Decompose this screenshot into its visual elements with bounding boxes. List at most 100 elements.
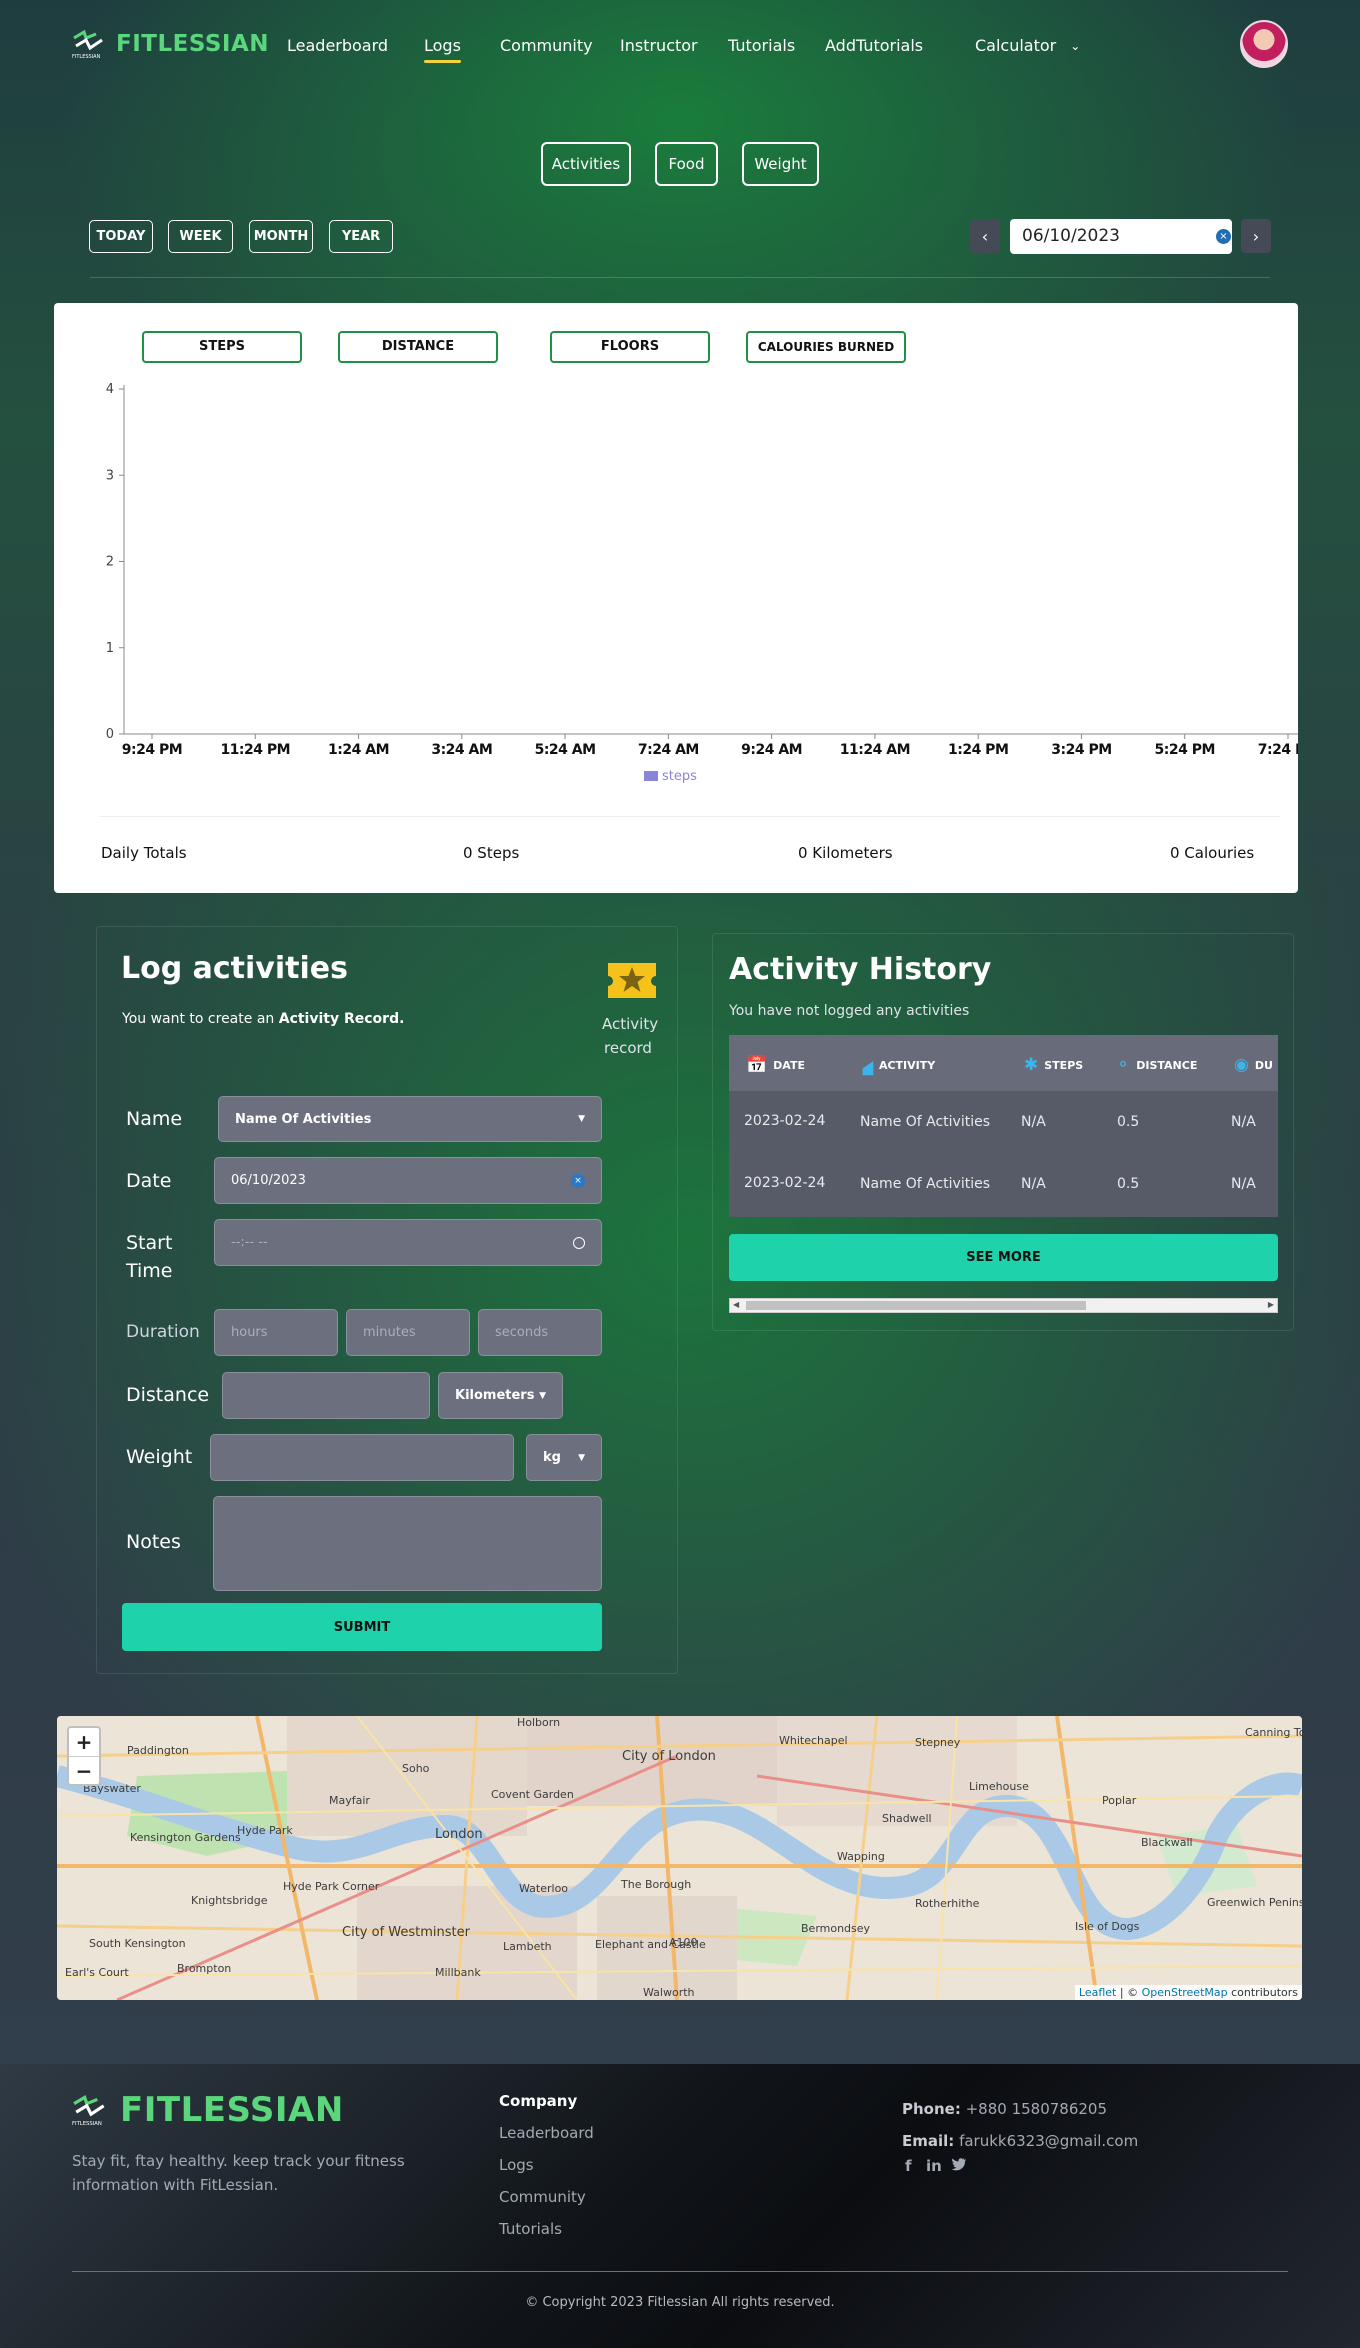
notes-textarea[interactable] (213, 1496, 602, 1591)
map-place-label: The Borough (620, 1878, 691, 1891)
duration-minutes-field[interactable]: minutes (346, 1309, 470, 1356)
range-today-button[interactable]: TODAY (89, 220, 153, 253)
calculator-dropdown[interactable]: Calculator ⌄ (975, 36, 1080, 55)
start-time-label-1: Start (126, 1232, 173, 1254)
osm-link[interactable]: OpenStreetMap (1142, 1986, 1228, 1999)
range-year-button[interactable]: YEAR (329, 220, 393, 253)
weight-input[interactable] (210, 1434, 514, 1481)
footer-logo[interactable]: FITLESSIAN FITLESSIAN (72, 2090, 344, 2130)
twitter-icon[interactable] (951, 2157, 967, 2175)
footer-link-community[interactable]: Community (499, 2188, 586, 2206)
activity-name-select[interactable]: Name Of Activities ▼ (218, 1096, 602, 1142)
see-more-button[interactable]: SEE MORE (729, 1234, 1278, 1281)
email-label: Email: (902, 2132, 955, 2150)
date-field[interactable]: 06/10/2023 × (214, 1157, 602, 1204)
tab-activities[interactable]: Activities (541, 142, 631, 186)
map-place-label: A100 (669, 1936, 698, 1949)
map-place-label: Walworth (643, 1986, 695, 1999)
email-value[interactable]: farukk6323@gmail.com (959, 2132, 1138, 2150)
row-activity: Name Of Activities (860, 1176, 991, 1192)
y-tick-label: 1 (106, 641, 114, 656)
nav-community[interactable]: Community (500, 36, 593, 55)
location-map[interactable]: Paddington Bayswater Holborn City of London… (57, 1716, 1302, 2000)
leaflet-link[interactable]: Leaflet (1079, 1986, 1116, 1999)
start-time-placeholder: --:-- -- (231, 1235, 268, 1250)
x-tick-label: 1:24 AM (328, 742, 389, 758)
walking-icon: 🭆 (863, 1056, 873, 1076)
duration-hours-field[interactable]: hours (214, 1309, 338, 1356)
distance-unit-value: Kilometers (455, 1388, 535, 1403)
nav-leaderboard[interactable]: Leaderboard (287, 36, 388, 55)
weight-unit-select[interactable]: kg ▼ (526, 1434, 602, 1481)
map-tiles[interactable]: PaddingtonBayswaterHolbornCity of London… (57, 1716, 1302, 2000)
scroll-left-icon[interactable]: ◀ (733, 1300, 739, 1309)
start-time-label-2: Time (126, 1260, 173, 1282)
y-tick-label: 0 (106, 727, 114, 742)
table-header: 📅 DATE 🭆 ACTIVITY ✱ STEPS ⚬ DISTANCE ◉ DU (729, 1035, 1278, 1091)
totals-divider (100, 816, 1280, 817)
map-place-label: Brompton (177, 1962, 231, 1975)
clear-date-field-icon[interactable]: × (571, 1173, 585, 1188)
calculator-label: Calculator (975, 36, 1057, 55)
footer-link-logs[interactable]: Logs (499, 2156, 534, 2174)
legend-swatch (644, 771, 658, 781)
scroll-right-icon[interactable]: ▶ (1268, 1300, 1274, 1309)
row-date: 2023-02-24 (744, 1175, 826, 1191)
distance-unit-select[interactable]: Kilometers ▼ (438, 1372, 563, 1419)
scrollbar-thumb[interactable] (746, 1301, 1086, 1310)
facebook-icon[interactable]: f (905, 2157, 912, 2175)
map-place-label: City of Westminster (342, 1925, 471, 1940)
phone-value: +880 1580786205 (965, 2100, 1108, 2118)
col-duration: ◉ DU (1234, 1055, 1273, 1075)
col-date-label: DATE (773, 1058, 805, 1072)
tab-weight[interactable]: Weight (742, 142, 819, 186)
map-place-label: Isle of Dogs (1075, 1920, 1140, 1933)
next-date-button[interactable]: › (1241, 219, 1271, 253)
map-place-label: Soho (402, 1762, 430, 1775)
map-place-label: Wapping (837, 1850, 885, 1863)
nav-tutorials[interactable]: Tutorials (728, 36, 795, 55)
map-place-label: Bermondsey (801, 1922, 871, 1935)
name-label: Name (126, 1108, 183, 1130)
map-place-label: Greenwich Peninsula (1207, 1896, 1302, 1909)
footer-link-tutorials[interactable]: Tutorials (499, 2220, 562, 2238)
date-picker-value: 06/10/2023 (1022, 226, 1120, 246)
footer-phone: Phone: +880 1580786205 (902, 2100, 1107, 2118)
caret-down-icon: ▼ (578, 1114, 585, 1124)
activity-history-table: 📅 DATE 🭆 ACTIVITY ✱ STEPS ⚬ DISTANCE ◉ DU 202… (729, 1035, 1278, 1217)
zoom-in-button[interactable]: + (69, 1728, 99, 1756)
map-place-label: Kensington Gardens (130, 1831, 241, 1844)
map-place-label: Paddington (127, 1744, 189, 1757)
duration-seconds-field[interactable]: seconds (478, 1309, 602, 1356)
tab-food[interactable]: Food (655, 142, 718, 186)
activity-history-subtitle: You have not logged any activities (729, 1003, 970, 1019)
route-icon: ⚬ (1116, 1055, 1131, 1075)
clear-date-icon[interactable]: × (1216, 229, 1231, 244)
nav-instructor[interactable]: Instructor (620, 36, 698, 55)
x-tick-label: 11:24 AM (840, 742, 910, 758)
brand-logo[interactable]: FITLESSIAN FITLESSIAN (72, 28, 269, 60)
prev-date-button[interactable]: ‹ (970, 219, 1000, 253)
user-avatar[interactable] (1240, 20, 1288, 68)
globe-icon: ◉ (1234, 1055, 1249, 1075)
start-time-field[interactable]: --:-- -- (214, 1219, 602, 1266)
weight-unit-value: kg (543, 1450, 561, 1465)
legend-label: steps (662, 769, 697, 784)
date-picker-input[interactable]: 06/10/2023 × (1010, 219, 1232, 254)
range-month-button[interactable]: MONTH (249, 220, 313, 253)
footer-link-leaderboard[interactable]: Leaderboard (499, 2124, 594, 2142)
linkedin-icon[interactable]: in (926, 2157, 942, 2175)
nav-logs[interactable]: Logs (424, 36, 461, 63)
total-steps: 0 Steps (463, 844, 520, 862)
brand-name: FITLESSIAN (116, 31, 270, 57)
range-week-button[interactable]: WEEK (168, 220, 233, 253)
map-place-label: South Kensington (89, 1937, 186, 1950)
y-tick-label: 2 (106, 555, 114, 570)
submit-button[interactable]: SUBMIT (122, 1603, 602, 1651)
table-horizontal-scrollbar[interactable]: ◀ ▶ (729, 1298, 1278, 1313)
zoom-out-button[interactable]: − (69, 1756, 99, 1784)
duration-label: Duration (126, 1322, 200, 1342)
caret-down-icon: ▼ (578, 1452, 585, 1463)
distance-input[interactable] (222, 1372, 430, 1419)
nav-addtutorials[interactable]: AddTutorials (825, 36, 923, 55)
